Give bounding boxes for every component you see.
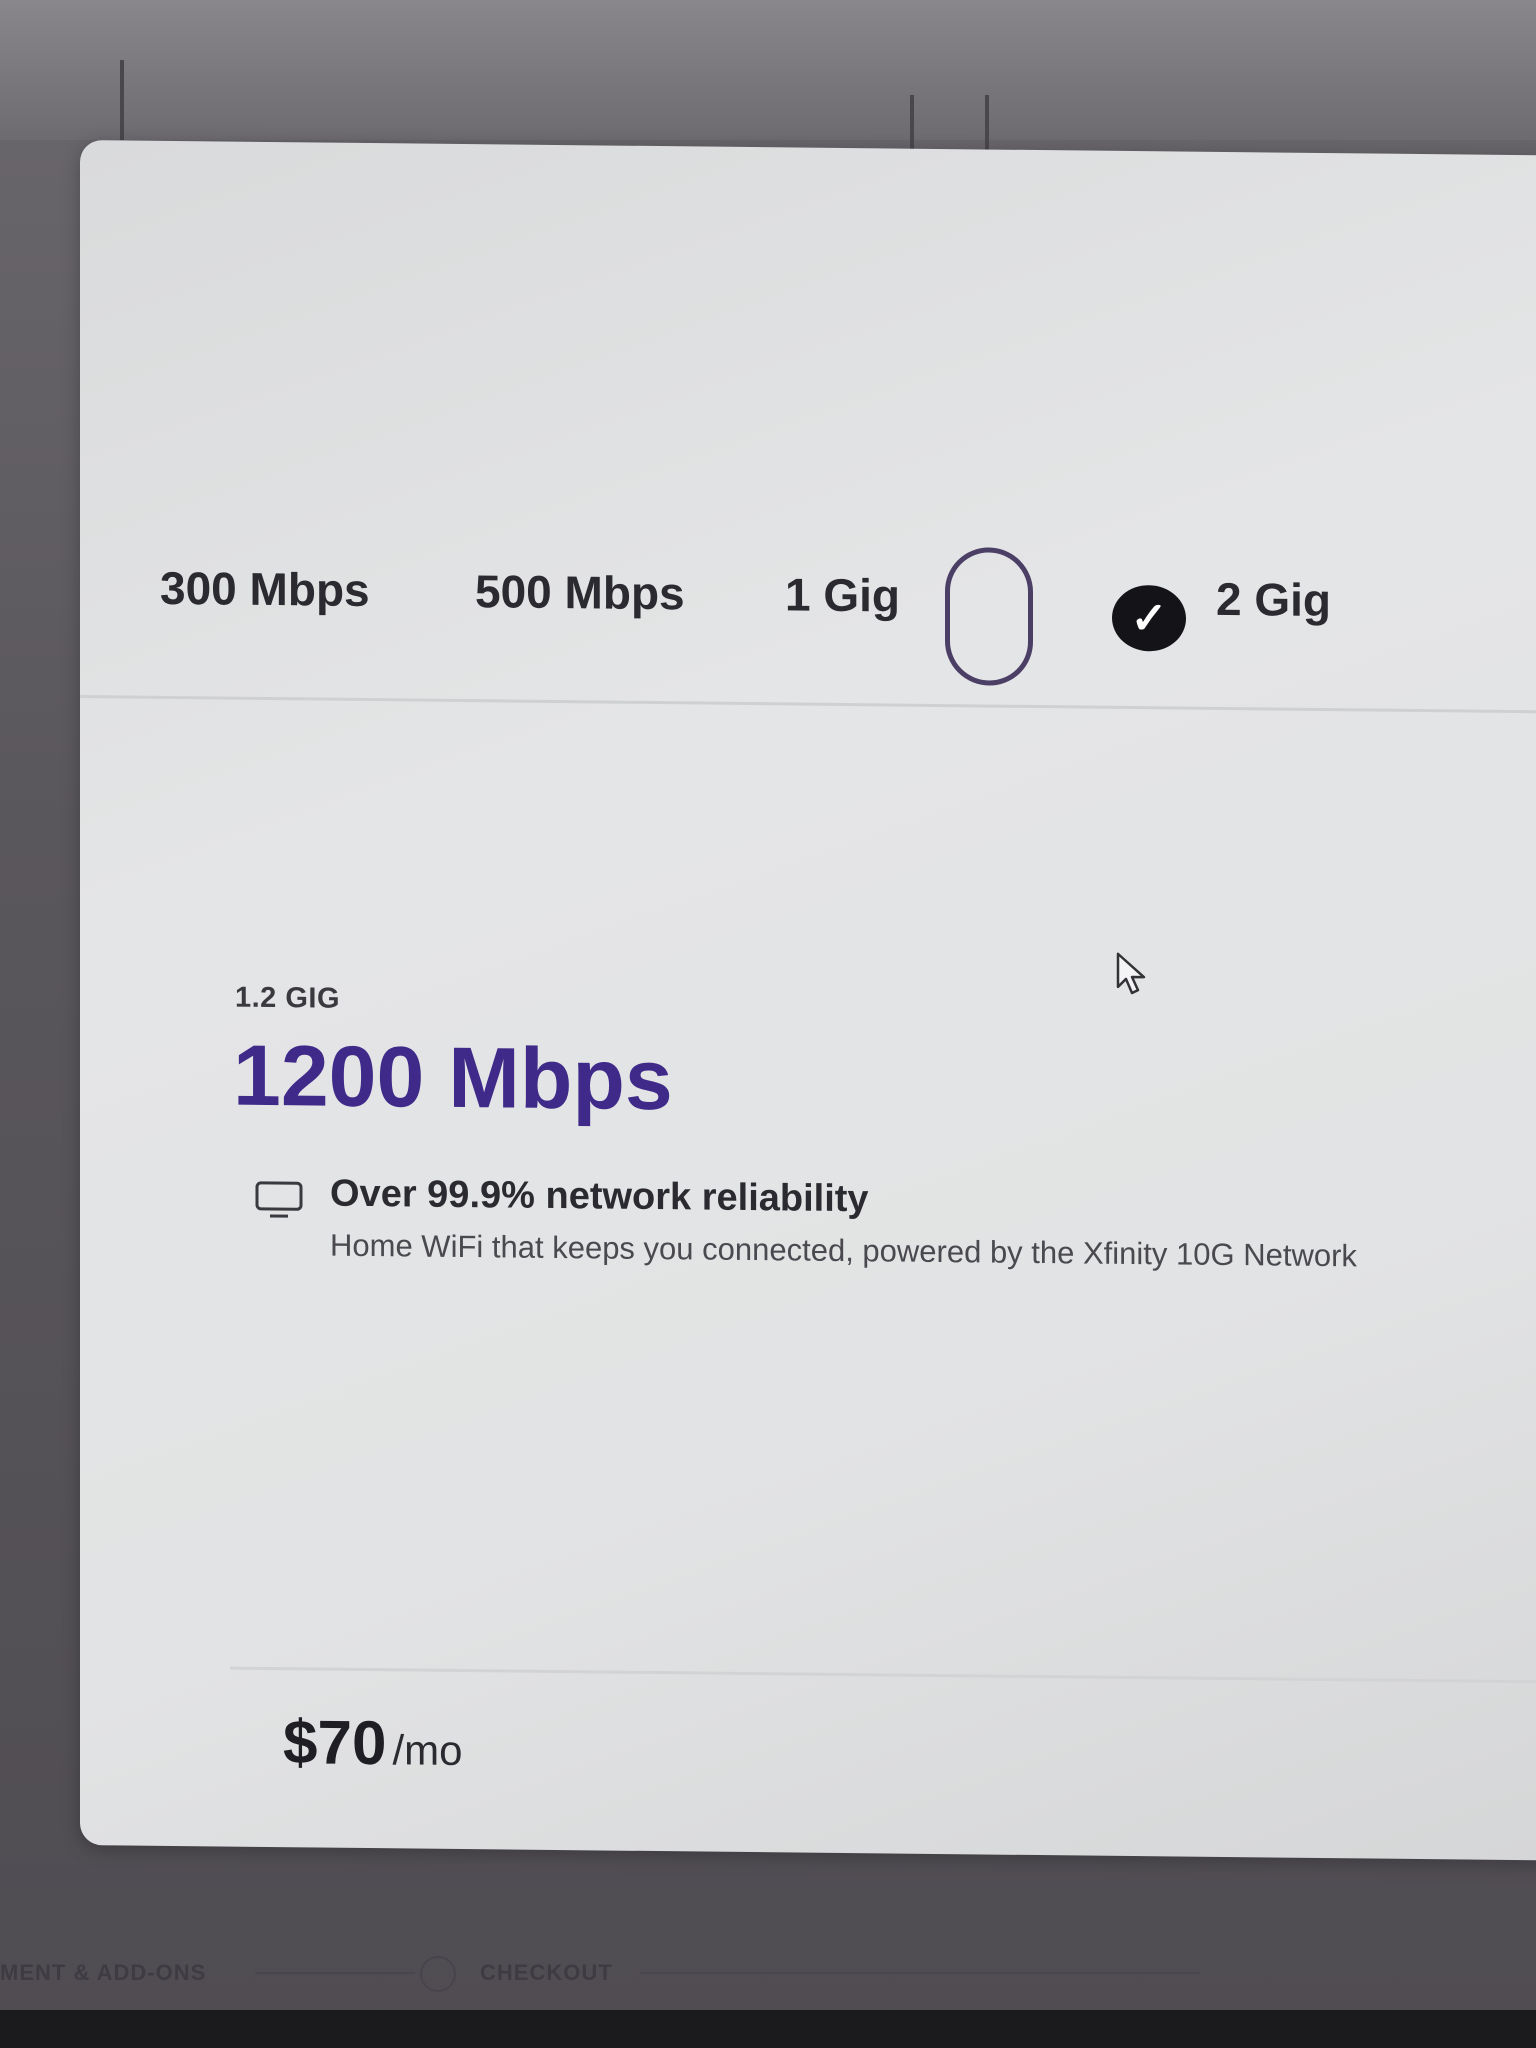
tier-divider (80, 695, 1536, 714)
price-amount: $70 (283, 1708, 387, 1779)
monitor-icon (255, 1181, 303, 1218)
step-connector (255, 1972, 415, 1974)
plan-price: $70/mo (283, 1707, 462, 1780)
tier-1-gig[interactable]: 1 Gig (785, 567, 900, 622)
speed-tier-selector: 300 Mbps 500 Mbps 1 Gig ✓ 2 Gig (80, 520, 1536, 714)
tier-2-gig[interactable]: 2 Gig (1216, 572, 1331, 627)
tier-toggle-outline[interactable] (945, 547, 1033, 686)
screen: 300 Mbps 500 Mbps 1 Gig ✓ 2 Gig 1.2 GIG … (0, 0, 1536, 2048)
step-circle-icon (420, 1956, 456, 1992)
price-divider (230, 1666, 1536, 1684)
step-checkout[interactable]: CHECKOUT (480, 1960, 613, 1986)
checkout-stepper: MENT & ADD-ONS CHECKOUT (0, 1930, 1536, 2010)
plan-tier-label: 1.2 GIG (235, 981, 341, 1015)
background-divider (985, 95, 989, 155)
step-equipment-add-ons[interactable]: MENT & ADD-ONS (0, 1960, 206, 1986)
bottom-bezel (0, 2010, 1536, 2048)
plan-speed: 1200 Mbps (233, 1027, 673, 1129)
feature-description: Home WiFi that keeps you connected, powe… (330, 1227, 1357, 1274)
tier-300-mbps[interactable]: 300 Mbps (160, 561, 370, 617)
price-unit: /mo (392, 1726, 463, 1775)
tier-500-mbps[interactable]: 500 Mbps (475, 564, 685, 620)
plan-card: 300 Mbps 500 Mbps 1 Gig ✓ 2 Gig 1.2 GIG … (80, 140, 1536, 1861)
mouse-cursor-icon (1116, 952, 1146, 995)
step-connector (640, 1972, 1200, 1974)
top-bezel (0, 0, 1536, 140)
background-divider (120, 60, 124, 140)
feature-title: Over 99.9% network reliability (330, 1172, 869, 1221)
background-divider (910, 95, 914, 155)
checkmark-icon: ✓ (1112, 584, 1186, 652)
